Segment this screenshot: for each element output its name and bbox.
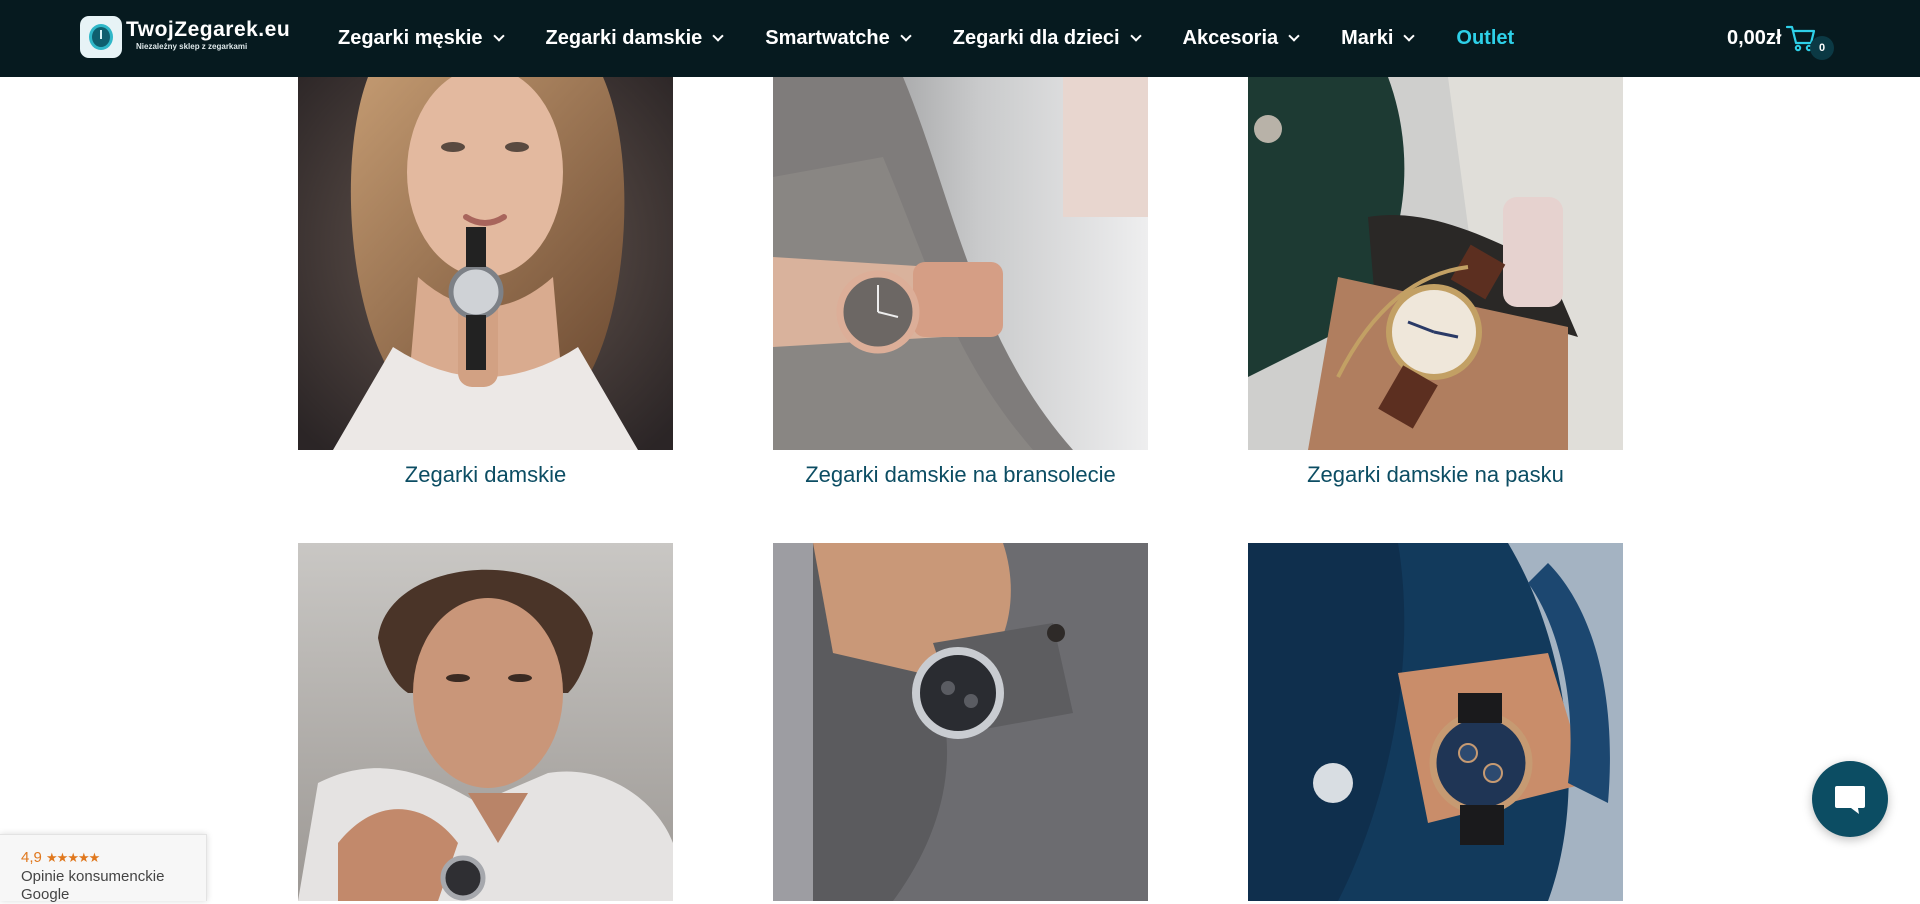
chevron-down-icon bbox=[492, 30, 505, 42]
reviews-label-line: Opinie konsumenckie bbox=[21, 868, 165, 885]
chevron-down-icon bbox=[1288, 30, 1300, 42]
nav-item-zegarki-dla-dzieci[interactable]: Zegarki dla dzieci bbox=[952, 27, 1142, 50]
cart-count-badge: 0 bbox=[1810, 36, 1834, 60]
reviews-label-line: Google bbox=[21, 886, 70, 903]
rating-value: 4,9 bbox=[21, 849, 42, 866]
chevron-down-icon bbox=[1129, 30, 1142, 42]
chevron-down-icon bbox=[900, 30, 912, 42]
nav-item-marki[interactable]: Marki bbox=[1341, 27, 1416, 50]
chevron-down-icon bbox=[1403, 30, 1416, 42]
chat-button[interactable] bbox=[1812, 761, 1888, 837]
nav-item-label: Zegarki damskie bbox=[545, 27, 703, 49]
category-image-bracelet-watch[interactable] bbox=[773, 77, 1148, 450]
nav-item-smartwatche[interactable]: Smartwatche bbox=[765, 27, 912, 50]
category-image-blue-dial-watch[interactable] bbox=[1248, 543, 1623, 901]
reviews-label: Opinie konsumenckie Google bbox=[21, 868, 164, 904]
site-header: TwojZegarek.eu Niezależny sklep z zegark… bbox=[0, 0, 1920, 77]
nav-item-outlet[interactable]: Outlet bbox=[1456, 27, 1514, 50]
reviews-rating: 4,9 ★★★★★ bbox=[21, 849, 100, 866]
site-logo[interactable]: TwojZegarek.eu Niezależny sklep z zegark… bbox=[80, 14, 290, 60]
category-image-chronograph-wrist[interactable] bbox=[773, 543, 1148, 901]
category-image-strap-watch[interactable] bbox=[1248, 77, 1623, 450]
nav-item-label: Akcesoria bbox=[1182, 27, 1279, 49]
logo-name: TwojZegarek.eu bbox=[126, 18, 291, 41]
nav-item-zegarki-damskie[interactable]: Zegarki damskie bbox=[545, 27, 724, 50]
star-rating-icon: ★★★★★ bbox=[46, 850, 100, 865]
chat-bubble-icon bbox=[1835, 786, 1865, 814]
category-image-man-portrait[interactable] bbox=[298, 543, 673, 901]
nav-item-zegarki-meskie[interactable]: Zegarki męskie bbox=[338, 27, 505, 50]
category-label[interactable]: Zegarki damskie bbox=[298, 462, 673, 488]
nav-item-label: Smartwatche bbox=[765, 27, 890, 49]
cart-button[interactable]: 0,00zł bbox=[1727, 18, 1817, 58]
nav-item-label: Outlet bbox=[1456, 27, 1515, 49]
watch-logo-icon bbox=[80, 16, 122, 58]
cart-total: 0,00zł bbox=[1727, 26, 1782, 49]
category-label[interactable]: Zegarki damskie na bransolecie bbox=[773, 462, 1148, 488]
category-image-woman-portrait[interactable] bbox=[298, 77, 673, 450]
google-reviews-widget[interactable]: 4,9 ★★★★★ Opinie konsumenckie Google bbox=[0, 834, 207, 904]
chevron-down-icon bbox=[712, 30, 724, 42]
nav-item-label: Zegarki dla dzieci bbox=[952, 27, 1120, 49]
nav-item-label: Zegarki męskie bbox=[338, 27, 483, 49]
category-label[interactable]: Zegarki damskie na pasku bbox=[1248, 462, 1623, 488]
main-nav: Zegarki męskie Zegarki damskie Smartwatc… bbox=[338, 0, 1557, 77]
logo-tagline: Niezależny sklep z zegarkami bbox=[136, 42, 248, 51]
nav-item-label: Marki bbox=[1341, 27, 1394, 49]
nav-item-akcesoria[interactable]: Akcesoria bbox=[1182, 27, 1300, 50]
